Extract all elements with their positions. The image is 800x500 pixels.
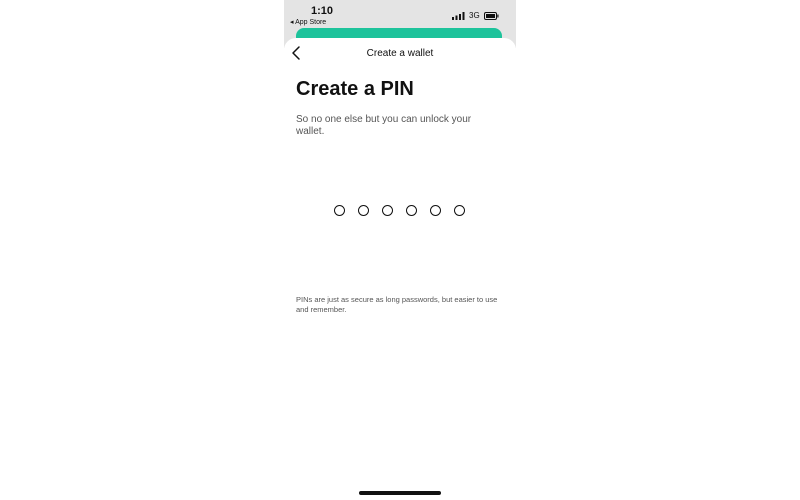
battery-icon [484, 12, 499, 20]
nav-title: Create a wallet [366, 48, 434, 59]
back-to-app-store-link[interactable]: ◂ App Store [290, 18, 326, 26]
network-type: 3G [469, 11, 480, 20]
signal-icon [452, 12, 465, 20]
pin-dot [334, 205, 345, 216]
pin-dot [382, 205, 393, 216]
phone-screen: 1:10 ◂ App Store 3G Create a wallet Crea… [284, 0, 516, 500]
pin-dot [358, 205, 369, 216]
status-time: 1:10 [311, 5, 334, 17]
pin-dot [454, 205, 465, 216]
pin-footnote: PINs are just as secure as long password… [296, 295, 498, 314]
home-indicator[interactable] [359, 491, 441, 495]
pin-dot [430, 205, 441, 216]
pin-dot [406, 205, 417, 216]
pin-entry-dots[interactable] [334, 205, 465, 216]
create-wallet-sheet: Create a wallet Create a PIN So no one e… [284, 38, 516, 500]
page-subtitle: So no one else but you can unlock your w… [296, 114, 472, 137]
page-heading: Create a PIN [296, 78, 414, 100]
